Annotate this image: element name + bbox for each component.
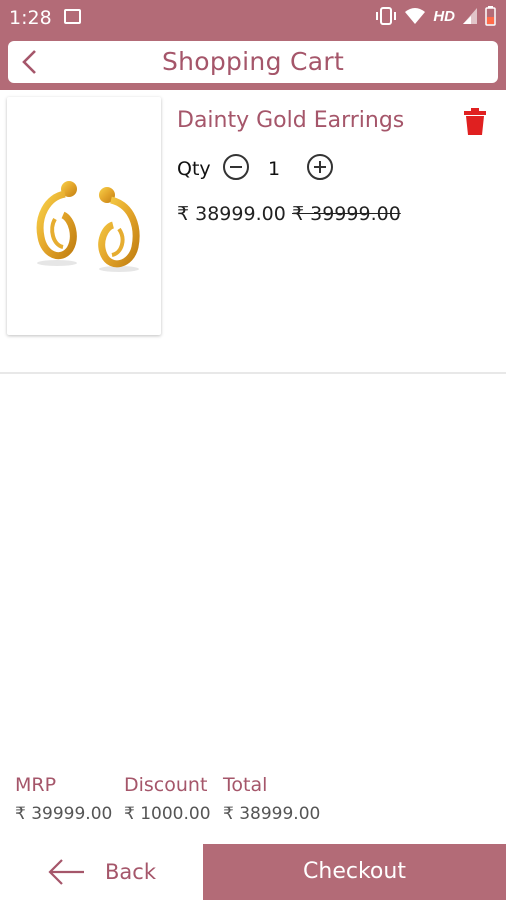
vibrate-icon [376, 7, 397, 25]
qty-value: 1 [268, 158, 281, 180]
app-header: Shopping Cart [0, 36, 506, 90]
cart-item: Dainty Gold Earrings Qty 1 ₹ 38999.00 ₹ … [0, 90, 506, 374]
wifi-icon [405, 8, 426, 24]
discount-summary: Discount ₹ 1000.00 [124, 774, 211, 824]
network-type-label: HD [433, 7, 455, 25]
qty-increase-button[interactable] [307, 154, 333, 180]
page-title: Shopping Cart [161, 47, 345, 76]
status-icons: HD [375, 6, 496, 26]
status-time: 1:28 [9, 7, 52, 29]
minus-icon [230, 166, 242, 168]
price-summary: MRP ₹ 39999.00 Discount ₹ 1000.00 Total … [0, 774, 506, 834]
total-value: ₹ 38999.00 [223, 804, 321, 824]
checkout-button[interactable]: Checkout [203, 844, 506, 900]
mrp-label: MRP [15, 774, 57, 796]
discount-value: ₹ 1000.00 [124, 804, 211, 824]
item-original-price: ₹ 39999.00 [292, 203, 401, 225]
qty-label: Qty [177, 158, 211, 180]
earrings-image [36, 181, 140, 272]
signal-icon [463, 8, 477, 24]
discount-label: Discount [124, 774, 208, 796]
product-image[interactable] [7, 97, 161, 335]
plus-icon-vertical [319, 161, 321, 173]
back-label: Back [105, 860, 156, 884]
trash-icon[interactable] [463, 108, 487, 135]
battery-icon [485, 6, 496, 26]
arrow-left-icon [48, 859, 84, 885]
qty-decrease-button[interactable] [223, 154, 249, 180]
mrp-value: ₹ 39999.00 [15, 804, 113, 824]
back-button[interactable]: Back [0, 844, 203, 900]
product-name[interactable]: Dainty Gold Earrings [177, 108, 404, 133]
image-notification-icon [64, 9, 81, 24]
total-summary: Total ₹ 38999.00 [223, 774, 320, 824]
item-price: ₹ 38999.00 [177, 203, 286, 225]
total-label: Total [223, 774, 268, 796]
mrp-summary: MRP ₹ 39999.00 [15, 774, 112, 824]
status-bar: 1:28 HD [0, 0, 506, 36]
title-bar: Shopping Cart [8, 41, 498, 83]
bottom-action-bar: Back Checkout [0, 844, 506, 900]
